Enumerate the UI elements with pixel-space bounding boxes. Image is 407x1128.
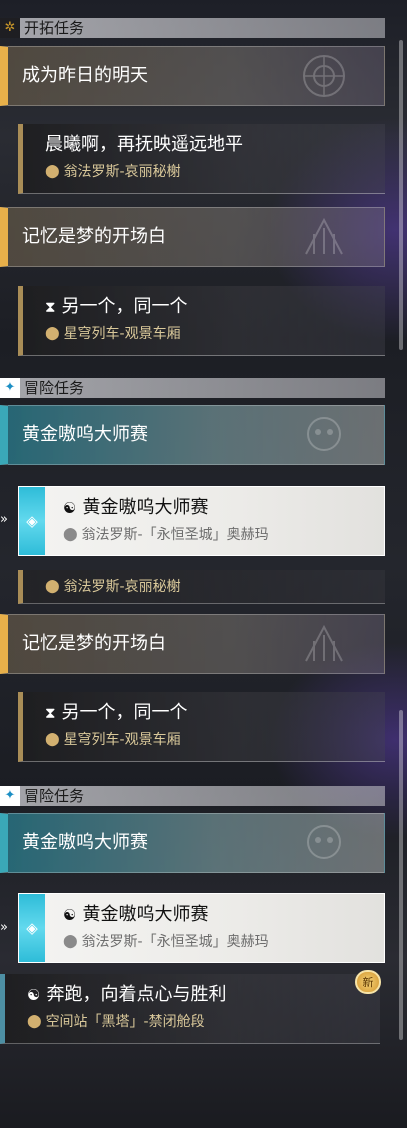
- scrollbar-bottom[interactable]: [399, 710, 403, 1040]
- quest-location: ⬤ 翁法罗斯-哀丽秘榭: [45, 578, 181, 596]
- quest-location: ⬤ 星穹列车-观景车厢: [45, 732, 181, 748]
- selected-arrow-icon: »: [0, 920, 8, 935]
- quest-group-2[interactable]: 记忆是梦的开场白: [0, 207, 385, 267]
- mascot-icon: ☯: [63, 499, 77, 517]
- quest-location: ⬤ 空间站「黑塔」-禁闭舱段: [27, 1014, 205, 1030]
- quest-item-3-selected-repeat[interactable]: ◈ ☯ 黄金嗷呜大师赛 ⬤ 翁法罗斯-「永恒圣城」奥赫玛: [18, 893, 385, 963]
- emblem-icon: [307, 825, 341, 859]
- mascot-icon: ☯: [27, 986, 41, 1004]
- emblem-icon: [305, 624, 343, 662]
- adventure-sparkle-icon: ✦: [0, 378, 20, 398]
- quest-group-1[interactable]: 成为昨日的明天: [0, 46, 385, 106]
- diamond-icon: ◈: [26, 919, 38, 937]
- location-pin-icon: ⬤: [45, 164, 60, 179]
- quest-title: ☯ 黄金嗷呜大师赛: [63, 495, 208, 521]
- location-pin-icon: ⬤: [45, 732, 60, 747]
- quest-item-2[interactable]: ⧗ 另一个，同一个 ⬤ 星穹列车-观景车厢: [18, 286, 385, 356]
- group-label: 记忆是梦的开场白: [22, 226, 166, 247]
- quest-item-1[interactable]: 晨曦啊，再抚映遥远地平 ⬤ 翁法罗斯-哀丽秘榭: [18, 124, 385, 194]
- quest-item-2-repeat[interactable]: ⧗ 另一个，同一个 ⬤ 星穹列车-观景车厢: [18, 692, 385, 762]
- group-label: 成为昨日的明天: [22, 65, 148, 86]
- group-label: 黄金嗷呜大师赛: [22, 424, 148, 445]
- quest-item-3-selected[interactable]: ◈ ☯ 黄金嗷呜大师赛 ⬤ 翁法罗斯-「永恒圣城」奥赫玛: [18, 486, 385, 556]
- quest-item-1-partial[interactable]: ⬤ 翁法罗斯-哀丽秘榭: [18, 570, 385, 604]
- section-label: 开拓任务: [24, 19, 85, 37]
- location-pin-icon: ⬤: [45, 326, 60, 341]
- location-pin-icon: ⬤: [45, 578, 60, 594]
- selected-indicator: ◈: [19, 487, 45, 555]
- adventure-sparkle-icon: ✦: [0, 786, 20, 806]
- hourglass-icon: ⧗: [45, 704, 56, 722]
- section-header-adventure-repeat: ✦ 冒险任务: [0, 786, 385, 806]
- quest-group-3-repeat[interactable]: 黄金嗷呜大师赛: [0, 813, 385, 873]
- hourglass-icon: ⧗: [45, 298, 56, 316]
- quest-group-3[interactable]: 黄金嗷呜大师赛: [0, 405, 385, 465]
- quest-title: ☯ 黄金嗷呜大师赛: [63, 902, 208, 928]
- location-pin-icon: ⬤: [27, 1014, 42, 1029]
- quest-title: ☯ 奔跑，向着点心与胜利: [27, 982, 226, 1008]
- scrollbar-top[interactable]: [399, 40, 403, 350]
- quest-title: ⧗ 另一个，同一个: [45, 294, 188, 320]
- quest-title: ⧗ 另一个，同一个: [45, 700, 188, 726]
- selected-indicator: ◈: [19, 894, 45, 962]
- emblem-icon: [303, 55, 345, 97]
- location-pin-icon: ⬤: [63, 527, 78, 542]
- section-header-adventure: ✦ 冒险任务: [0, 378, 385, 398]
- section-label: 冒险任务: [24, 379, 85, 397]
- group-label: 记忆是梦的开场白: [22, 633, 166, 654]
- quest-location: ⬤ 翁法罗斯-「永恒圣城」奥赫玛: [63, 527, 269, 543]
- quest-group-2-repeat[interactable]: 记忆是梦的开场白: [0, 614, 385, 674]
- section-header-trailblaze: ✲ 开拓任务: [0, 18, 385, 38]
- emblem-icon: [305, 217, 343, 255]
- quest-item-4[interactable]: ☯ 奔跑，向着点心与胜利 ⬤ 空间站「黑塔」-禁闭舱段: [0, 974, 380, 1044]
- mascot-icon: ☯: [63, 906, 77, 924]
- group-label: 黄金嗷呜大师赛: [22, 832, 148, 853]
- emblem-icon: [307, 417, 341, 451]
- trailblaze-star-icon: ✲: [0, 18, 20, 38]
- selected-arrow-icon: »: [0, 512, 8, 527]
- section-label: 冒险任务: [24, 787, 85, 805]
- quest-location: ⬤ 星穹列车-观景车厢: [45, 326, 181, 342]
- location-pin-icon: ⬤: [63, 934, 78, 949]
- new-badge: 新: [355, 970, 381, 994]
- quest-location: ⬤ 翁法罗斯-哀丽秘榭: [45, 164, 181, 180]
- quest-title: 晨曦啊，再抚映遥远地平: [45, 134, 243, 155]
- quest-location: ⬤ 翁法罗斯-「永恒圣城」奥赫玛: [63, 934, 269, 950]
- diamond-icon: ◈: [26, 512, 38, 530]
